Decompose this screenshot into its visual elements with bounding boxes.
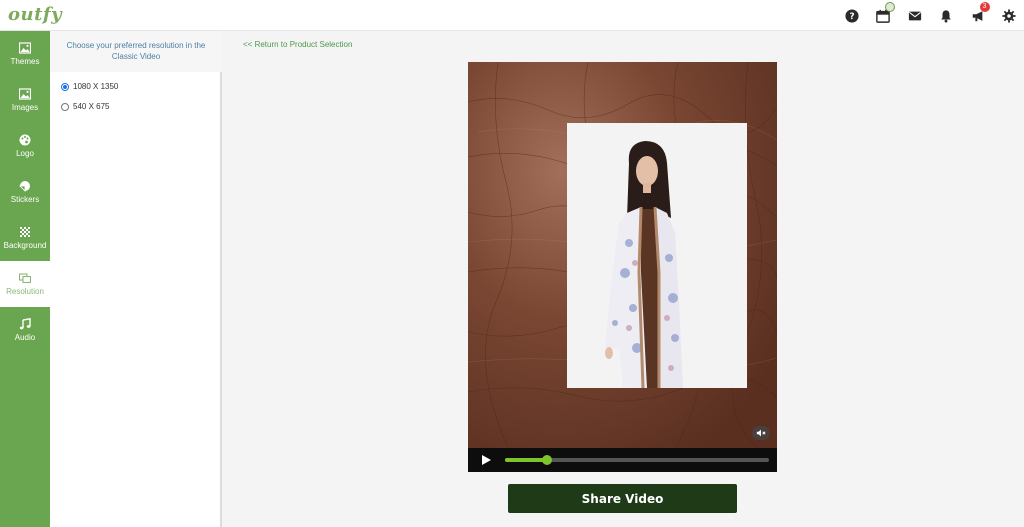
mail-icon[interactable] xyxy=(906,7,924,25)
panel-title: Choose your preferred resolution in the … xyxy=(50,31,222,72)
option-label: 1080 X 1350 xyxy=(73,82,119,91)
sidebar-item-images[interactable]: Images xyxy=(0,77,50,123)
image-icon xyxy=(19,88,31,100)
radio-button[interactable] xyxy=(61,82,69,91)
option-label: 540 X 675 xyxy=(73,102,110,111)
sidebar-item-stickers[interactable]: Stickers xyxy=(0,169,50,215)
product-photo xyxy=(567,123,747,388)
svg-text:?: ? xyxy=(849,12,854,22)
sidebar-item-label: Audio xyxy=(14,333,36,342)
notification-badge: 3 xyxy=(979,2,990,12)
sidebar-item-background[interactable]: Background xyxy=(0,215,50,261)
editor-sidebar: Themes Images Logo Stickers Background R… xyxy=(0,31,50,527)
play-icon xyxy=(482,455,491,465)
video-controls xyxy=(468,448,777,472)
bell-icon[interactable] xyxy=(937,7,955,25)
header-icons: ? 3 xyxy=(829,2,1018,25)
mute-toggle-button[interactable] xyxy=(752,426,770,440)
resolution-option-540[interactable]: 540 X 675 xyxy=(61,102,109,111)
sidebar-item-themes[interactable]: Themes xyxy=(0,31,50,77)
play-button[interactable] xyxy=(480,454,492,466)
calendar-icon[interactable] xyxy=(874,2,895,25)
resolution-icon xyxy=(19,272,31,284)
sidebar-item-resolution[interactable]: Resolution xyxy=(0,261,50,307)
calendar-badge xyxy=(885,2,895,12)
image-icon xyxy=(19,42,31,54)
resolution-panel: Choose your preferred resolution in the … xyxy=(50,31,222,527)
megaphone-icon[interactable]: 3 xyxy=(969,2,990,25)
top-header: outfy ? 3 xyxy=(0,0,1024,31)
sidebar-item-label: Themes xyxy=(10,57,40,66)
help-icon[interactable]: ? xyxy=(843,7,861,25)
pattern-icon xyxy=(19,226,31,238)
video-frame xyxy=(468,62,777,448)
speaker-muted-icon xyxy=(756,429,766,437)
sidebar-item-label: Images xyxy=(11,103,39,112)
sidebar-item-label: Logo xyxy=(16,149,34,158)
outfy-logo[interactable]: outfy xyxy=(8,4,62,25)
progress-fill xyxy=(505,458,548,462)
sidebar-item-logo[interactable]: Logo xyxy=(0,123,50,169)
resolution-option-1080[interactable]: 1080 X 1350 xyxy=(61,82,118,91)
gear-icon[interactable] xyxy=(1000,7,1018,25)
palette-icon xyxy=(19,134,31,146)
video-progress-slider[interactable] xyxy=(505,455,769,465)
progress-handle[interactable] xyxy=(542,455,553,465)
sidebar-item-label: Background xyxy=(3,241,47,250)
return-to-product-selection-link[interactable]: << Return to Product Selection xyxy=(243,40,352,49)
radio-button[interactable] xyxy=(61,102,69,111)
video-player xyxy=(468,62,777,472)
music-note-icon xyxy=(19,318,31,330)
sidebar-item-audio[interactable]: Audio xyxy=(0,307,50,353)
sidebar-item-label: Resolution xyxy=(6,287,44,296)
sticker-icon xyxy=(19,180,31,192)
share-video-button[interactable]: Share Video xyxy=(508,484,737,513)
sidebar-item-label: Stickers xyxy=(10,195,40,204)
